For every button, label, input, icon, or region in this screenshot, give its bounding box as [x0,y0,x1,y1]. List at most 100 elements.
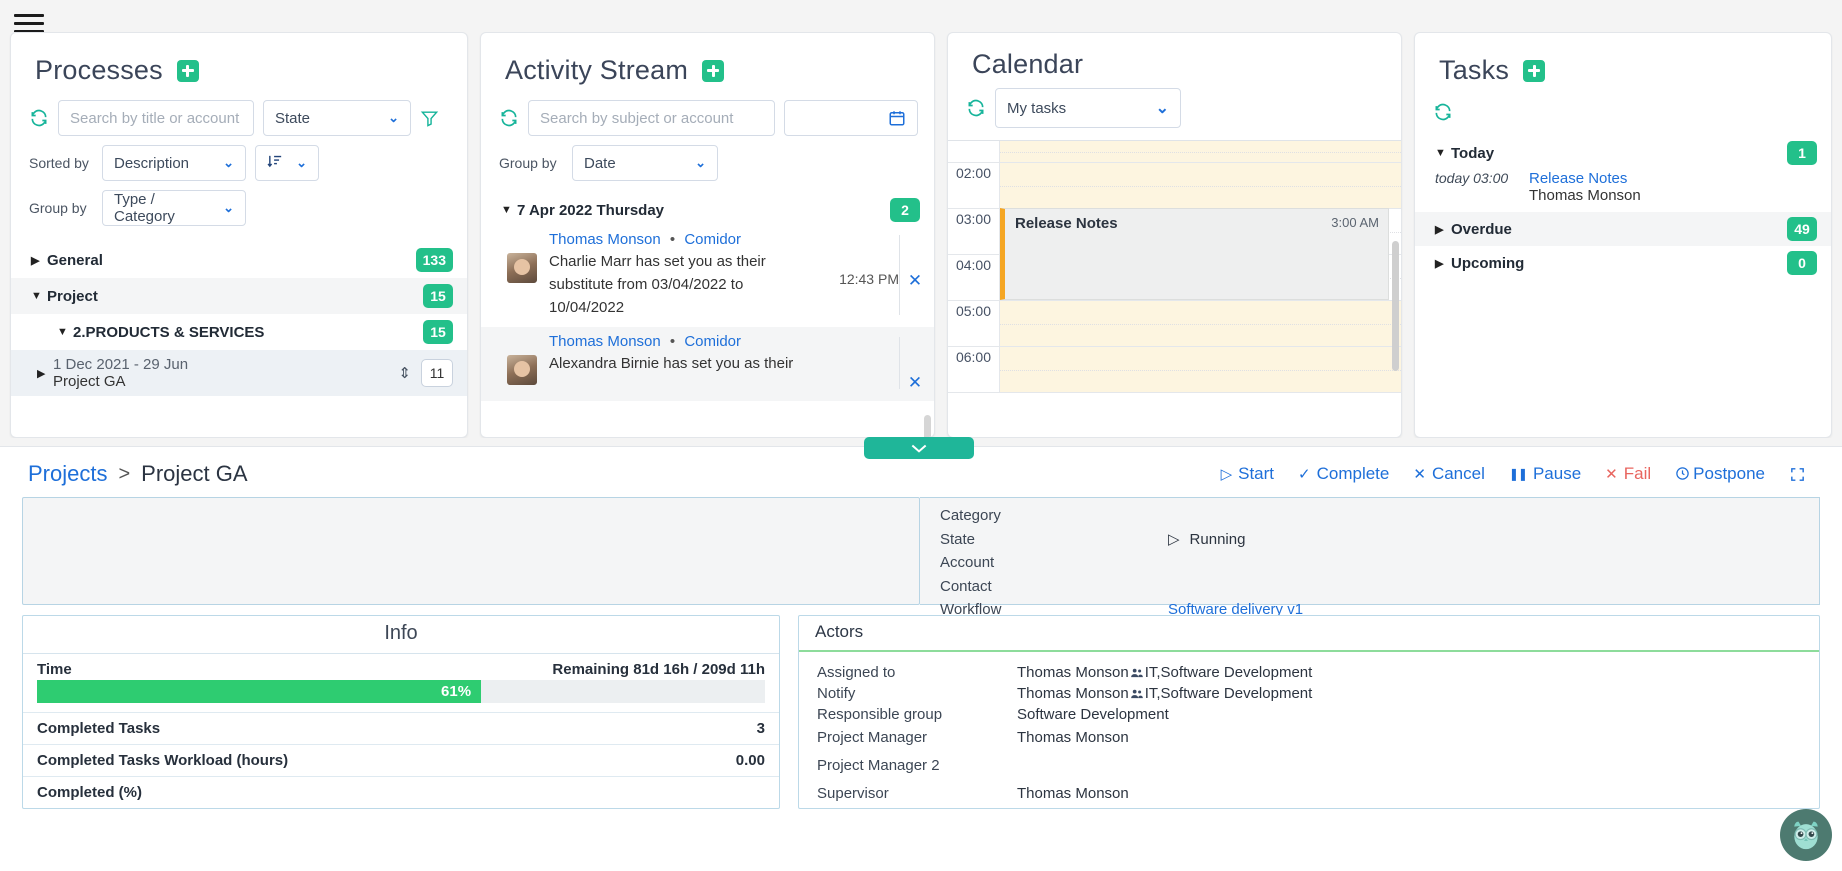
field-state: State ▷ Running [940,528,1819,552]
group-label: General [47,251,103,269]
calendar-hour-row[interactable]: 06:00 [948,347,1401,393]
group-by-select[interactable]: Type / Category ⌄ [102,190,246,226]
activity-item[interactable]: Thomas Monson • Comidor Charlie Marr has… [481,225,934,327]
refresh-icon[interactable] [1433,102,1453,122]
dismiss-activity-icon[interactable]: ✕ [900,333,930,393]
calendar-hour-row[interactable] [948,141,1401,163]
calendar-hour-cell[interactable] [1000,347,1401,392]
calendar-hour-row[interactable]: 02:00 [948,163,1401,209]
processes-state-select[interactable]: State ⌄ [263,100,411,136]
calendar-hour-cell[interactable] [1000,301,1401,346]
calendar-hour-row[interactable]: 05:00 [948,301,1401,347]
task-group-today[interactable]: ▼ Today 1 [1415,136,1831,170]
task-list-item[interactable]: today 03:00 Release Notes [1415,170,1831,187]
process-group-project[interactable]: ▼ Project 15 [11,278,467,314]
breadcrumb-separator: > [118,462,131,485]
reorder-handle-icon[interactable]: ⇕ [398,364,411,382]
process-group-general[interactable]: ▶ General 133 [11,242,467,278]
calendar-filter-select[interactable]: My tasks ⌄ [995,88,1181,128]
separator-dot: • [669,231,676,248]
calendar-grid: 02:00 03:00 04:00 05:00 06:00 Release No… [948,140,1401,393]
info-progress-wrap: 61% [23,680,779,713]
activity-search-input[interactable] [540,109,763,127]
collapse-panel-handle[interactable] [864,437,974,459]
processes-toolbar-row3: Group by Type / Category ⌄ [11,181,467,226]
activity-app-link[interactable]: Comidor [684,231,741,248]
actors-body: Assigned to Thomas Monson IT,Software De… [799,652,1819,804]
task-group-label: Upcoming [1451,254,1525,272]
expand-fullscreen-icon[interactable] [1789,466,1806,483]
actor-person: Thomas Monson [1017,664,1129,681]
separator-dot: • [669,333,676,350]
group-label: 2.PRODUCTS & SERVICES [73,323,265,341]
calendar-scrollbar[interactable] [1392,241,1399,371]
calendar-hour-cell[interactable] [1000,141,1401,162]
postpone-button[interactable]: Postpone [1675,464,1765,484]
add-task-button[interactable] [1523,59,1546,82]
pause-button[interactable]: ❚❚ Pause [1509,464,1581,484]
owl-assistant-button[interactable] [1780,809,1832,861]
activity-item-time [821,333,899,393]
chevron-down-icon: ⌄ [223,155,234,170]
fail-button[interactable]: ✕ Fail [1605,464,1651,484]
activity-item[interactable]: Thomas Monson • Comidor Alexandra Birnie… [481,327,934,401]
calendar-title: Calendar [972,49,1084,79]
activity-app-link[interactable]: Comidor [684,333,741,350]
process-title: Project GA [53,373,126,390]
actor-value: Thomas Monson [1017,729,1129,746]
activity-group-header[interactable]: ▼ 7 Apr 2022 Thursday 2 [481,195,934,225]
tasks-widget: Tasks ▼ Today 1 today 03:00 Release Note… [1414,32,1832,438]
description-box[interactable] [22,497,920,605]
actor-person: Thomas Monson [1017,685,1129,702]
avatar [507,253,537,283]
activity-user-link[interactable]: Thomas Monson [549,231,661,248]
complete-button[interactable]: ✓ Complete [1298,464,1389,484]
sorted-by-select[interactable]: Description ⌄ [102,145,246,181]
chevron-down-icon: ▼ [501,204,512,216]
tasks-title: Tasks [1439,55,1510,85]
actor-row-assigned-to: Assigned to Thomas Monson IT,Software De… [799,662,1819,683]
activity-group-count-badge: 2 [890,198,920,222]
add-process-button[interactable] [176,59,199,82]
refresh-icon[interactable] [499,108,519,128]
tasks-toolbar [1415,86,1831,122]
activity-user-link[interactable]: Thomas Monson [549,333,661,350]
add-activity-button[interactable] [702,59,725,82]
sort-direction-select[interactable]: ⌄ [255,145,319,181]
calendar-event[interactable]: Release Notes 3:00 AM [1000,208,1389,300]
breadcrumb-current: Project GA [141,461,248,486]
actor-groups: IT,Software Development [1144,685,1313,702]
breadcrumb-root-link[interactable]: Projects [28,461,107,487]
task-group-label: Overdue [1451,220,1512,238]
refresh-icon[interactable] [29,108,49,128]
cancel-button[interactable]: ✕ Cancel [1413,464,1485,484]
process-group-products-services[interactable]: ▼ 2.PRODUCTS & SERVICES 15 [11,314,467,350]
activity-stream-widget: Activity Stream Search by subject or acc… [480,32,935,438]
refresh-icon[interactable] [966,98,986,118]
actor-groups: IT,Software Development [1144,664,1313,681]
process-list-item[interactable]: ▶ 1 Dec 2021 - 29 Jun Project GA ⇕ 11 [11,350,467,396]
activity-scrollbar[interactable] [924,415,931,437]
calendar-hour-cell[interactable] [1000,163,1401,208]
dismiss-activity-icon[interactable]: ✕ [900,231,930,319]
activity-header: Activity Stream [481,33,934,86]
actor-label: Project Manager [817,729,928,746]
sorted-by-label: Sorted by [29,155,89,171]
processes-search-field[interactable] [58,100,254,136]
processes-search-input[interactable] [70,109,242,127]
activity-search-field[interactable] [528,100,775,136]
filter-funnel-icon[interactable] [420,109,439,128]
calendar-icon[interactable] [888,109,906,127]
activity-date-field[interactable] [783,100,918,136]
task-group-overdue[interactable]: ▶ Overdue 49 [1415,212,1831,246]
group-count-badge: 15 [423,320,453,344]
start-button[interactable]: ▷ Start [1221,464,1274,484]
activity-group-by-select[interactable]: Date ⌄ [572,145,718,181]
field-account: Account [940,551,1819,575]
activity-date-input[interactable] [795,109,888,127]
group-count-badge: 15 [423,284,453,308]
task-link[interactable]: Release Notes [1529,170,1627,187]
group-count-badge: 133 [415,248,453,272]
task-group-upcoming[interactable]: ▶ Upcoming 0 [1415,246,1831,280]
